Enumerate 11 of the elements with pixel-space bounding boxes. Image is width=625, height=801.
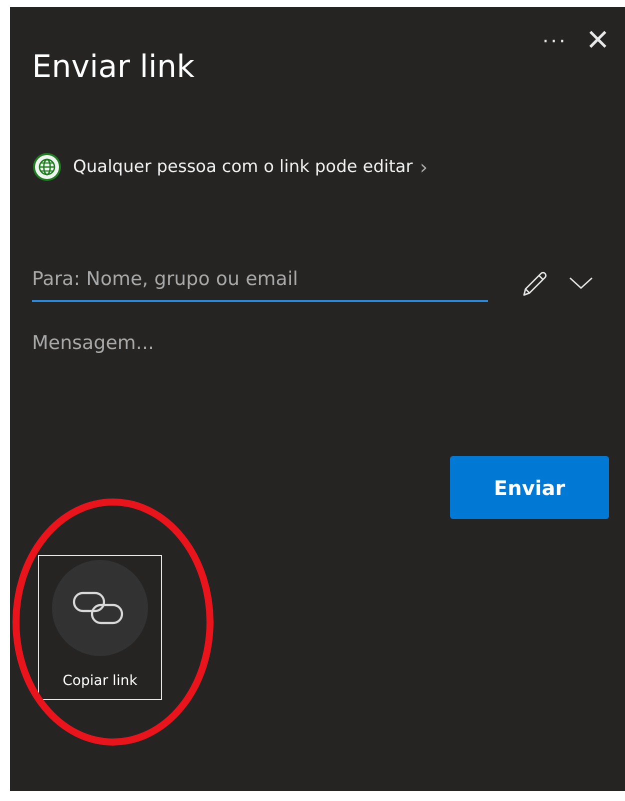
permission-link[interactable]: Qualquer pessoa com o link pode editar › <box>32 152 428 182</box>
chevron-down-icon[interactable] <box>568 276 594 290</box>
recipient-input[interactable]: Para: Nome, grupo ou email <box>32 264 488 302</box>
link-icon <box>52 560 148 656</box>
message-input[interactable]: Mensagem... <box>32 332 609 442</box>
send-button[interactable]: Enviar <box>450 456 609 519</box>
globe-icon <box>32 152 62 182</box>
close-button[interactable]: × <box>586 25 609 55</box>
more-options-button[interactable]: ··· <box>542 25 567 55</box>
copy-link-button[interactable]: Copiar link <box>38 555 162 700</box>
panel-title: Enviar link <box>32 48 195 87</box>
